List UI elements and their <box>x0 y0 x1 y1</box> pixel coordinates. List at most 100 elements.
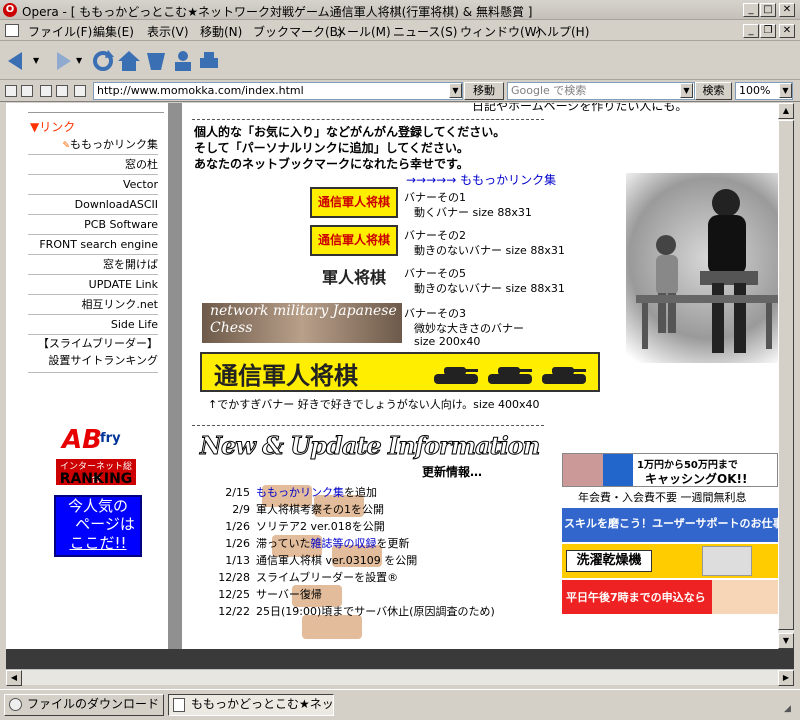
back-dropdown-icon[interactable]: ▼ <box>33 56 39 65</box>
link-collection[interactable]: →→→→→ ももっかリンク集 <box>406 171 556 188</box>
news-date: 1/26 <box>225 537 250 550</box>
banner-1-title: バナーその1 <box>404 191 466 204</box>
news-text: 滞っていた <box>256 537 311 550</box>
address-input[interactable]: http://www.momokka.com/index.html <box>93 82 463 100</box>
back-icon[interactable] <box>5 48 31 74</box>
sidebar-item-pcb-software[interactable]: PCB Software <box>28 215 158 235</box>
person-icon[interactable] <box>170 48 196 74</box>
new-page-icon[interactable] <box>74 85 86 97</box>
reload-icon[interactable] <box>90 48 116 74</box>
cashing-ad-banner[interactable]: 1万円から50万円まで キャッシングOK!! <box>562 453 778 487</box>
scroll-up-icon[interactable]: ▲ <box>778 103 794 119</box>
loan-ad-banner[interactable]: 平日午後7時までの申込なら <box>562 580 778 614</box>
tank-icons <box>434 367 586 384</box>
sidebar-item-vector[interactable]: Vector <box>28 175 158 195</box>
menu-mail[interactable]: メール(M) <box>335 23 391 40</box>
news-item: 1/26 滞っていた雑誌等の収録を更新 <box>198 535 409 551</box>
big-banner[interactable]: 通信軍人将棋 <box>200 352 600 392</box>
main-content: 日記やホームページを作りたい人にも。 個人的な「お気に入り」などがんがん登録して… <box>182 103 778 649</box>
task-download[interactable]: ファイルのダウンロード <box>4 694 164 716</box>
address-dropdown-icon[interactable]: ▼ <box>449 83 462 98</box>
document-icon[interactable] <box>56 85 68 97</box>
close-button[interactable]: ✕ <box>779 3 795 17</box>
sidebar-item-madonomori[interactable]: 窓の杜 <box>28 155 158 175</box>
skill-ad-banner[interactable]: スキルを磨こう！ユーザーサポートのお仕事特集 <box>562 508 778 542</box>
banner-1-image[interactable]: 通信軍人将棋 <box>310 187 398 218</box>
security-icon[interactable] <box>5 85 17 97</box>
scroll-left-icon[interactable]: ◀ <box>6 670 22 686</box>
news-item: 1/26 ソリテア2 ver.018を公開 <box>198 518 385 534</box>
sidebar-item-downloadascii[interactable]: DownloadASCII <box>28 195 158 215</box>
sidebar-header[interactable]: ▼リンク <box>30 118 75 135</box>
menu-bookmarks[interactable]: ブックマーク(B) <box>253 23 343 40</box>
menu-view[interactable]: 表示(V) <box>147 23 189 40</box>
intro-line-1: 個人的な「お気に入り」などがんがん登録してください。 <box>194 125 506 139</box>
banner-2-image[interactable]: 通信軍人将棋 <box>310 225 398 256</box>
banner-5-title: バナーその5 <box>404 267 466 280</box>
people-photo <box>712 580 778 614</box>
menu-file[interactable]: ファイル(F) <box>28 23 92 40</box>
search-input[interactable]: Google で検索 <box>507 82 695 100</box>
popular-line2: ページは <box>75 515 135 533</box>
forward-icon[interactable] <box>48 48 74 74</box>
menu-bar: ファイル(F) 編集(E) 表示(V) 移動(N) ブックマーク(B) メール(… <box>0 20 800 41</box>
forward-dropdown-icon[interactable]: ▼ <box>76 56 82 65</box>
hotlist-icon[interactable] <box>143 48 169 74</box>
sidebar-item-front-search[interactable]: FRONT search engine <box>28 235 158 255</box>
banner-3-image[interactable]: network military Japanese Chess <box>202 303 402 343</box>
doc-minimize-button[interactable]: _ <box>743 24 759 38</box>
news-subheader: 更新情報… <box>422 465 483 479</box>
taskbar: ファイルのダウンロード ももっかどっとこむ★ネット... ◢ <box>0 689 800 720</box>
menu-news[interactable]: ニュース(S) <box>393 23 457 40</box>
news-date: 1/13 <box>225 554 250 567</box>
menu-edit[interactable]: 編集(E) <box>93 23 134 40</box>
sidebar-item-side-life[interactable]: Side Life <box>28 315 158 335</box>
doc-restore-button[interactable]: ❐ <box>760 24 776 38</box>
divider-band <box>168 103 182 649</box>
news-link[interactable]: 雑誌等の収録 <box>310 537 376 550</box>
go-button[interactable]: 移動 <box>464 82 504 100</box>
washer-dryer-ad-banner[interactable]: 洗濯乾燥機 <box>562 544 778 578</box>
banner-3-desc2: size 200x40 <box>414 335 481 348</box>
sidebar-item-update-link[interactable]: UPDATE Link <box>28 275 158 295</box>
big-banner-caption: ↑でかすぎバナー 好きで好きでしょうがない人向け。size 400x40 <box>208 398 540 411</box>
resize-grip-icon[interactable]: ◢ <box>784 704 796 716</box>
big-banner-text: 通信軍人将棋 <box>214 362 358 390</box>
sidebar-item-slime-ranking[interactable]: 【スライムブリーダー】設置サイトランキング <box>28 335 158 373</box>
menu-navigation[interactable]: 移動(N) <box>200 23 242 40</box>
popular-page-box[interactable]: 今人気の ページは ここだ!! <box>54 495 142 557</box>
news-text: ソリテア2 ver.018を公開 <box>256 520 385 533</box>
vertical-scrollbar[interactable]: ▲ ▼ <box>778 103 794 649</box>
address-toolbar: http://www.momokka.com/index.html ▼ 移動 G… <box>0 80 800 102</box>
zoom-dropdown-icon[interactable]: ▼ <box>779 83 792 98</box>
search-button[interactable]: 検索 <box>695 82 732 100</box>
maximize-button[interactable]: □ <box>760 3 776 17</box>
abfry-ranking-logo[interactable]: AB fry インターネット総合 RANKING <box>56 425 136 493</box>
page-icon[interactable] <box>40 85 52 97</box>
print-icon[interactable] <box>196 48 222 74</box>
info-icon[interactable] <box>21 85 33 97</box>
sidebar: ▼リンク ✎ももっかリンク集 窓の杜 Vector DownloadASCII … <box>28 103 168 649</box>
menu-help[interactable]: ヘルプ(H) <box>535 23 589 40</box>
navigation-toolbar: ▼ ▼ <box>0 42 800 80</box>
partial-top-text: 日記やホームページを作りたい人にも。 <box>472 103 688 113</box>
banner-3-desc1: 微妙な大きさのバナー <box>414 322 524 335</box>
menu-window[interactable]: ウィンドウ(W) <box>460 23 541 40</box>
search-dropdown-icon[interactable]: ▼ <box>680 83 693 98</box>
page-icon <box>173 698 185 712</box>
scroll-thumb[interactable] <box>778 120 794 630</box>
sidebar-item-madowohirakeba[interactable]: 窓を開けば <box>28 255 158 275</box>
sidebar-item-momokka-links[interactable]: ✎ももっかリンク集 <box>28 135 158 155</box>
news-link[interactable]: ももっかリンク集 <box>256 486 344 499</box>
horizontal-scrollbar[interactable]: ◀ ▶ <box>6 669 794 686</box>
home-icon[interactable] <box>116 48 142 74</box>
banner-5-image[interactable]: 軍人将棋 <box>310 263 398 294</box>
scroll-down-icon[interactable]: ▼ <box>778 633 794 649</box>
doc-close-button[interactable]: ✕ <box>779 24 795 38</box>
minimize-button[interactable]: _ <box>743 3 759 17</box>
news-text: サーバー復帰 <box>256 588 322 601</box>
sidebar-item-sougo-link[interactable]: 相互リンク.net <box>28 295 158 315</box>
task-momokka[interactable]: ももっかどっとこむ★ネット... <box>168 694 334 716</box>
scroll-right-icon[interactable]: ▶ <box>778 670 794 686</box>
news-header: New & Update Information <box>199 431 540 461</box>
